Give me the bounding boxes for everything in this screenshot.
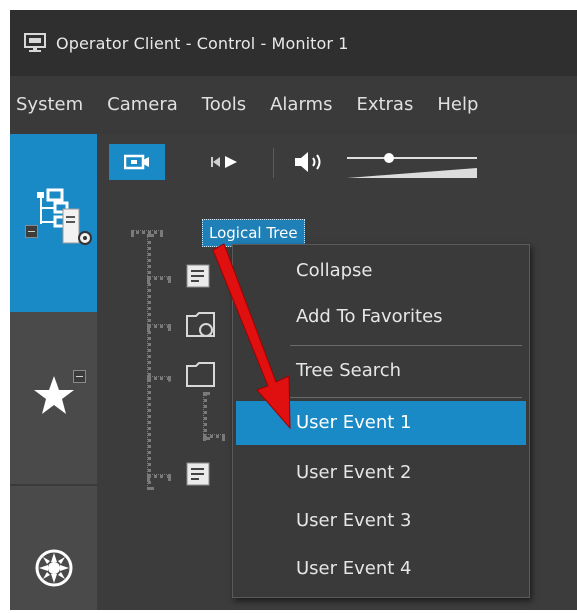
volume-slider-icon[interactable]	[343, 144, 483, 182]
window-title: Operator Client - Control - Monitor 1	[56, 33, 349, 53]
menu-item-user-event-2[interactable]: User Event 2	[233, 451, 529, 495]
live-mode-button[interactable]	[109, 144, 165, 180]
root-collapse-toggle[interactable]	[25, 225, 38, 238]
menu-item-collapse[interactable]: Collapse	[233, 249, 529, 293]
menu-item-tree-search[interactable]: Tree Search	[233, 349, 529, 393]
title-bar: Operator Client - Control - Monitor 1	[10, 10, 577, 76]
tab-favorites[interactable]	[10, 312, 97, 486]
menu-camera[interactable]: Camera	[95, 76, 190, 134]
camera-icon	[124, 154, 149, 170]
mute-button[interactable]	[289, 144, 329, 180]
menu-item-user-event-4[interactable]: User Event 4	[233, 547, 529, 591]
monitor-icon	[24, 33, 46, 52]
menu-help[interactable]: Help	[425, 76, 490, 134]
menu-extras[interactable]: Extras	[344, 76, 425, 134]
document-icon[interactable]	[186, 462, 210, 486]
server-icon	[62, 208, 92, 245]
tab-map[interactable]	[10, 486, 97, 610]
compass-icon	[35, 549, 72, 587]
menu-item-user-event-1[interactable]: User Event 1	[236, 401, 526, 445]
menu-item-add-to-favorites[interactable]: Add To Favorites	[233, 295, 529, 339]
menu-alarms[interactable]: Alarms	[258, 76, 344, 134]
folder-icon[interactable]	[186, 362, 216, 388]
camera-folder-icon[interactable]	[186, 312, 216, 338]
star-icon	[33, 376, 74, 414]
menu-system[interactable]: System	[10, 76, 95, 134]
playback-icon	[211, 156, 237, 168]
playback-mode-button[interactable]	[197, 144, 253, 180]
toolbar	[97, 134, 577, 190]
operator-client-window: Operator Client - Control - Monitor 1 Sy…	[10, 10, 577, 610]
folder-collapse-toggle[interactable]	[73, 370, 86, 383]
menu-tools[interactable]: Tools	[190, 76, 258, 134]
menu-item-user-event-3[interactable]: User Event 3	[233, 499, 529, 543]
tree-root-label[interactable]: Logical Tree	[202, 219, 305, 247]
menu-bar: System Camera Tools Alarms Extras Help	[10, 76, 577, 134]
speaker-icon	[295, 152, 321, 172]
document-icon[interactable]	[186, 264, 210, 288]
context-menu: Collapse Add To Favorites Tree Search Us…	[232, 244, 530, 598]
